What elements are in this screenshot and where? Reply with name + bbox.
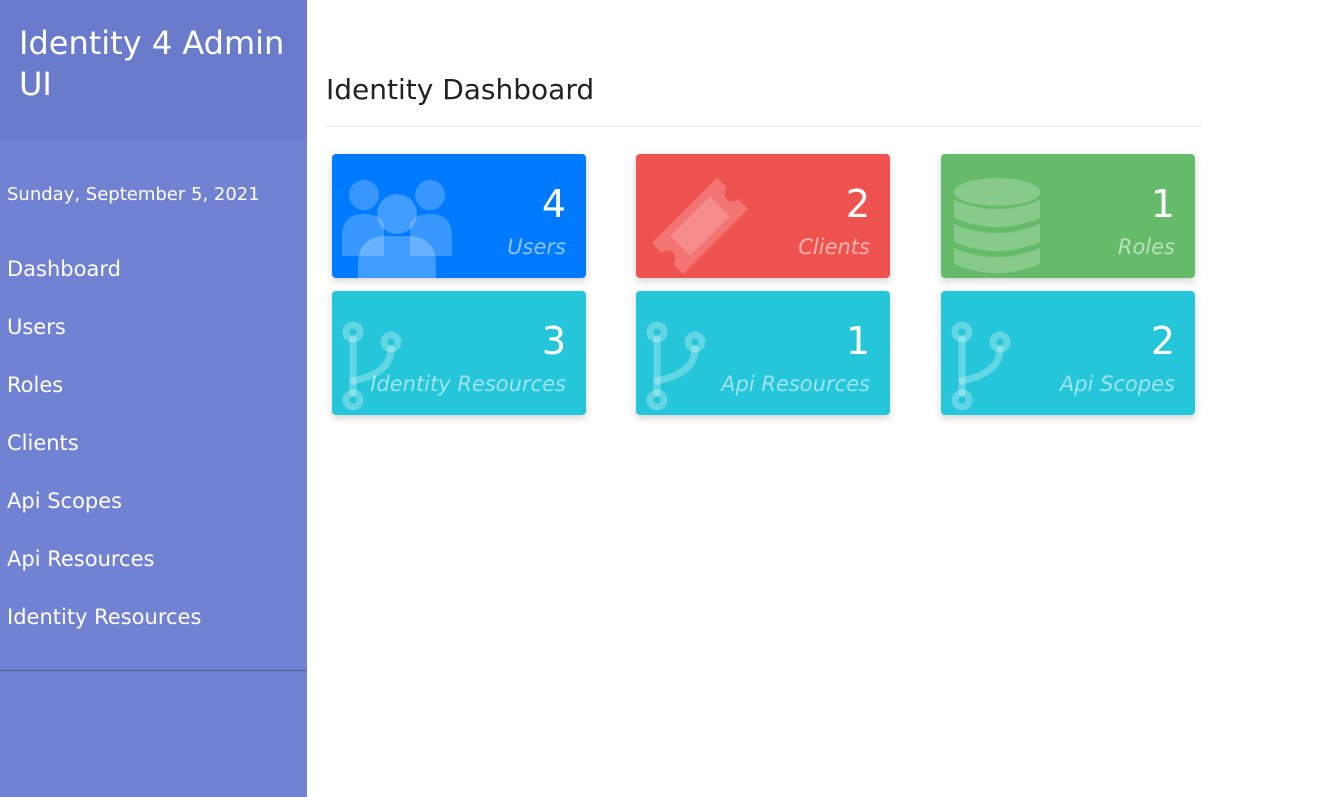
identity-resources-label: Identity Resources [370,372,566,396]
identity-resources-card[interactable]: 3 Identity Resources [332,291,586,415]
sidebar-item-clients[interactable]: Clients [0,429,307,487]
roles-count: 1 [1150,182,1175,226]
clients-card[interactable]: 2 Clients [636,154,890,278]
users-label: Users [507,235,566,259]
api-resources-label: Api Resources [721,372,870,396]
roles-label: Roles [1117,235,1175,259]
api-resources-count: 1 [845,319,870,363]
current-date: Sunday, September 5, 2021 [7,184,260,205]
code-branch-icon [342,321,404,415]
sidebar-item-identity-resources[interactable]: Identity Resources [0,603,307,661]
code-branch-icon [951,321,1013,415]
clients-label: Clients [798,235,870,259]
app-title[interactable]: Identity 4 Admin UI [19,23,289,105]
roles-card[interactable]: 1 Roles [941,154,1195,278]
brand-header: Identity 4 Admin UI [0,0,307,139]
sidebar-item-dashboard[interactable]: Dashboard [0,255,307,313]
api-scopes-label: Api Scopes [1059,372,1175,396]
sidebar-item-roles[interactable]: Roles [0,371,307,429]
page-title: Identity Dashboard [326,73,595,106]
identity-resources-count: 3 [541,319,566,363]
api-scopes-card[interactable]: 2 Api Scopes [941,291,1195,415]
ticket-icon [648,174,752,278]
clients-count: 2 [845,182,870,226]
database-icon [953,178,1041,278]
sidebar-item-users[interactable]: Users [0,313,307,371]
code-branch-icon [646,321,708,415]
sidebar-nav: Dashboard Users Roles Clients Api Scopes… [0,255,307,661]
users-count: 4 [541,182,566,226]
api-scopes-count: 2 [1150,319,1175,363]
sidebar-item-api-scopes[interactable]: Api Scopes [0,487,307,545]
users-card[interactable]: 4 Users [332,154,586,278]
users-icon [342,176,452,278]
title-divider [325,126,1202,127]
api-resources-card[interactable]: 1 Api Resources [636,291,890,415]
sidebar-item-api-resources[interactable]: Api Resources [0,545,307,603]
sidebar: Identity 4 Admin UI Sunday, September 5,… [0,0,307,797]
sidebar-divider [0,670,307,671]
